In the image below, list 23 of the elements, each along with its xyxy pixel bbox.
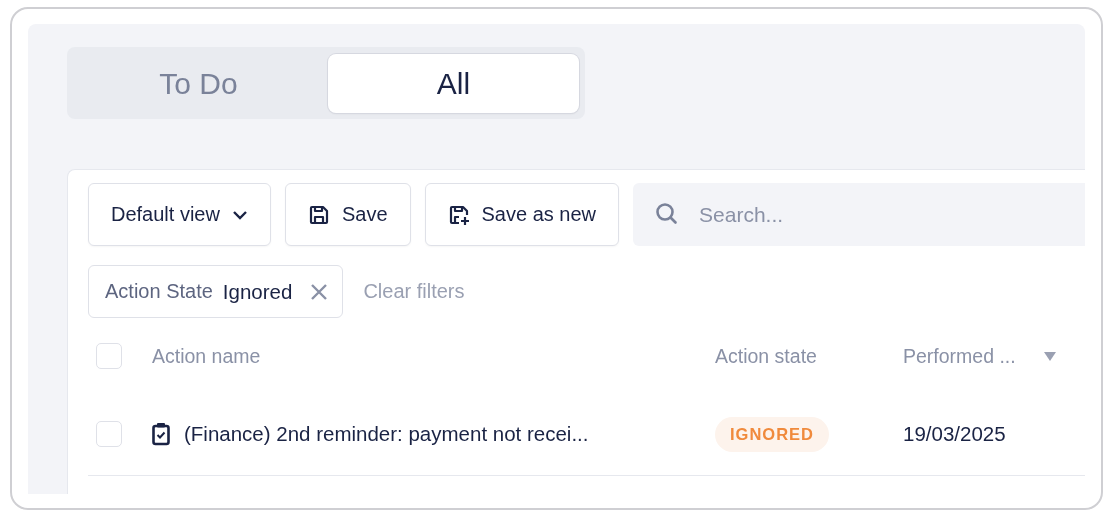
- tab[interactable]: All: [328, 54, 579, 113]
- status-tag: IGNORED: [715, 416, 829, 452]
- save-plus-icon: [447, 203, 470, 226]
- column-header[interactable]: Action state: [715, 344, 817, 367]
- action-name: (Finance) 2nd reminder: payment not recei...: [184, 422, 589, 446]
- filter-field: Action State: [105, 280, 213, 303]
- filter-value: Ignored: [222, 279, 293, 304]
- search-icon: [655, 202, 680, 226]
- search-field[interactable]: Search...: [633, 183, 1085, 246]
- tab[interactable]: To Do: [73, 54, 324, 113]
- view-dropdown[interactable]: Default view: [88, 183, 271, 246]
- checkbox[interactable]: [96, 421, 122, 447]
- save-icon: [307, 203, 330, 226]
- clear-filters-link[interactable]: Clear filters: [363, 280, 465, 303]
- chevron-down-icon: [231, 209, 248, 220]
- column-header[interactable]: Action name: [152, 344, 261, 368]
- clipboard-check-icon: [152, 422, 170, 446]
- date-text: 19/03/2025: [903, 422, 1006, 446]
- save-button[interactable]: Save: [284, 183, 411, 246]
- checkbox[interactable]: [96, 343, 122, 369]
- column-header[interactable]: Performed ...: [903, 344, 1016, 368]
- save-as-new-button[interactable]: Save as new: [424, 183, 620, 246]
- sort-down-icon[interactable]: [1043, 351, 1056, 361]
